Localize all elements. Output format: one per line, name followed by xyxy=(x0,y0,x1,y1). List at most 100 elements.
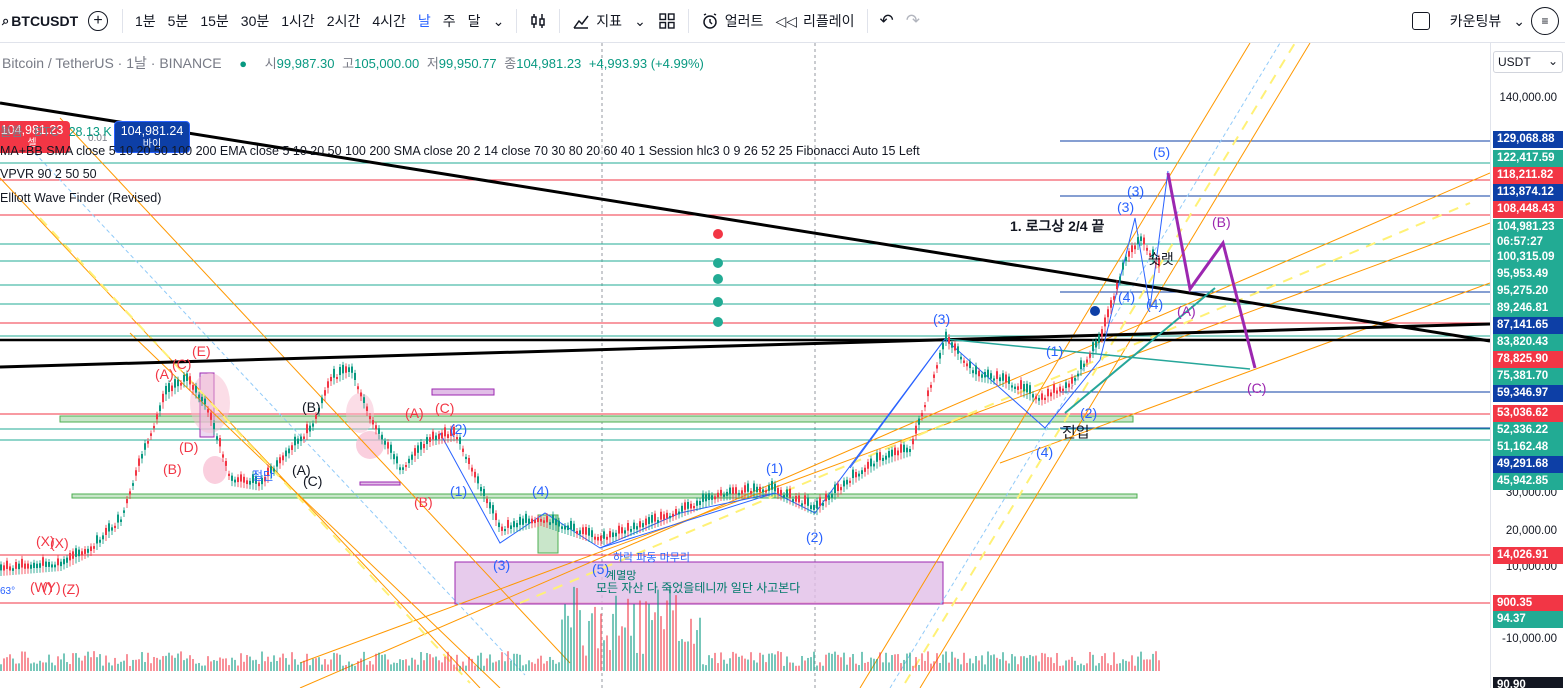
volume-bar xyxy=(57,656,59,671)
indicator-elliott[interactable]: Elliott Wave Finder (Revised) xyxy=(0,191,161,205)
wave-label-4d: (4) xyxy=(1146,296,1164,312)
indicators-button[interactable]: 지표 xyxy=(566,6,628,36)
countdown-label[interactable]: 카운팅뷰 xyxy=(1444,6,1508,36)
interval-30m[interactable]: 30분 xyxy=(235,6,275,36)
candle-body xyxy=(768,485,770,491)
currency-selector[interactable]: USDT ⌄ xyxy=(1493,51,1563,73)
undo-icon[interactable]: ↶ xyxy=(874,6,900,36)
countdown-dropdown-icon[interactable]: ⌄ xyxy=(1507,6,1531,36)
wave-label-4c: (4) xyxy=(1118,289,1136,305)
volume-bar xyxy=(951,651,953,671)
volume-bar xyxy=(471,658,473,671)
redo-icon[interactable]: ↷ xyxy=(900,6,926,36)
volume-bar xyxy=(828,652,830,671)
wave-label-5b: (5) xyxy=(1153,144,1171,160)
volume-bar xyxy=(1017,664,1019,671)
candle-body xyxy=(393,454,395,460)
volume-bar xyxy=(915,657,917,671)
compare-add-icon[interactable]: + xyxy=(88,11,108,31)
candle-body xyxy=(66,557,68,563)
wave-label-a-purple: (A) xyxy=(1177,303,1196,319)
menu-icon[interactable]: ≡ xyxy=(1531,7,1559,35)
volume-bar xyxy=(105,655,107,671)
volume-bar xyxy=(195,663,197,671)
volume-bar xyxy=(126,654,128,671)
price-tick: 20,000.00 xyxy=(1505,525,1557,537)
candle-body xyxy=(33,562,35,569)
wave-label-4b: (4) xyxy=(1036,444,1054,460)
interval-1mo[interactable]: 달 xyxy=(462,6,487,36)
candle-body xyxy=(651,515,653,523)
volume-bar xyxy=(96,657,98,671)
volume-bar xyxy=(729,658,731,671)
candle-body xyxy=(786,489,788,497)
interval-1d[interactable]: 날 xyxy=(412,6,437,36)
candle-body xyxy=(954,343,956,351)
candle-body xyxy=(702,493,704,502)
interval-5m[interactable]: 5분 xyxy=(162,6,195,36)
candle-body xyxy=(366,406,368,412)
volume-bar xyxy=(363,651,365,671)
volume-bar xyxy=(474,665,476,671)
eye-icon[interactable]: ● xyxy=(239,56,247,71)
interval-15m[interactable]: 15분 xyxy=(194,6,234,36)
interval-1w[interactable]: 주 xyxy=(437,6,462,36)
volume-bar xyxy=(138,659,140,671)
countdown-checkbox[interactable] xyxy=(1411,12,1430,30)
chart-area[interactable]: Bitcoin / TetherUS · 1날 · BINANCE ● 시99,… xyxy=(0,43,1490,688)
volume-bar xyxy=(480,652,482,671)
candle-body xyxy=(441,432,443,439)
candle-body xyxy=(987,369,989,378)
volume-bar xyxy=(687,641,689,671)
volume-bar xyxy=(279,657,281,671)
volume-bar xyxy=(201,665,203,671)
candle-body xyxy=(198,394,200,398)
volume-bar xyxy=(456,654,458,671)
candle-body xyxy=(330,376,332,382)
volume-bar xyxy=(804,660,806,671)
replay-button[interactable]: ◁◁ 리플레이 xyxy=(769,6,860,36)
interval-dropdown-icon[interactable]: ⌄ xyxy=(487,6,511,36)
volume-bar xyxy=(819,662,821,671)
interval-1h[interactable]: 1시간 xyxy=(275,6,321,36)
volume-bar xyxy=(237,665,239,671)
alert-button[interactable]: 얼러트 xyxy=(695,6,770,36)
indicator-ma-bb[interactable]: MA+BB SMA close 5 10 20 50 100 200 EMA c… xyxy=(0,144,920,158)
candle-body xyxy=(897,450,899,456)
layouts-icon[interactable] xyxy=(652,6,682,36)
interval-1m[interactable]: 1분 xyxy=(129,6,162,36)
candle-body xyxy=(663,514,665,520)
interval-2h[interactable]: 2시간 xyxy=(321,6,367,36)
volume-bar xyxy=(999,659,1001,671)
candle-body xyxy=(165,385,167,395)
symbol-search[interactable]: ⌕ BTCUSDT xyxy=(0,13,80,29)
volume-bar xyxy=(69,664,71,671)
volume-bar xyxy=(132,659,134,671)
candle-body xyxy=(960,356,962,360)
candle-type-icon[interactable] xyxy=(523,6,553,36)
volume-bar xyxy=(735,653,737,671)
candle-body xyxy=(1053,384,1055,393)
volume-bar xyxy=(246,655,248,671)
volume-bar xyxy=(1035,655,1037,671)
candle-body xyxy=(177,379,179,387)
candle-body xyxy=(591,530,593,538)
candle-body xyxy=(342,364,344,374)
wave-label-1a: (1) xyxy=(450,483,468,499)
interval-4h[interactable]: 4시간 xyxy=(366,6,412,36)
indicators-dropdown-icon[interactable]: ⌄ xyxy=(628,6,652,36)
volume-bar xyxy=(939,662,941,671)
candle-body xyxy=(489,502,491,509)
candle-body xyxy=(1098,334,1100,343)
price-level-label: 75,381.70 xyxy=(1493,368,1563,385)
indicator-vpvr[interactable]: VPVR 90 2 50 50 xyxy=(0,167,97,181)
price-axis[interactable]: 140,000.0030,000.0020,000.0010,000.000.0… xyxy=(1490,43,1565,688)
candle-body xyxy=(384,440,386,445)
volume-bar xyxy=(408,665,410,671)
price-level-label: 45,942.85 xyxy=(1493,473,1563,490)
candle-body xyxy=(396,456,398,464)
volume-bar xyxy=(222,658,224,671)
volume-bar xyxy=(177,653,179,671)
candle-body xyxy=(735,487,737,494)
volume-bar xyxy=(315,658,317,671)
